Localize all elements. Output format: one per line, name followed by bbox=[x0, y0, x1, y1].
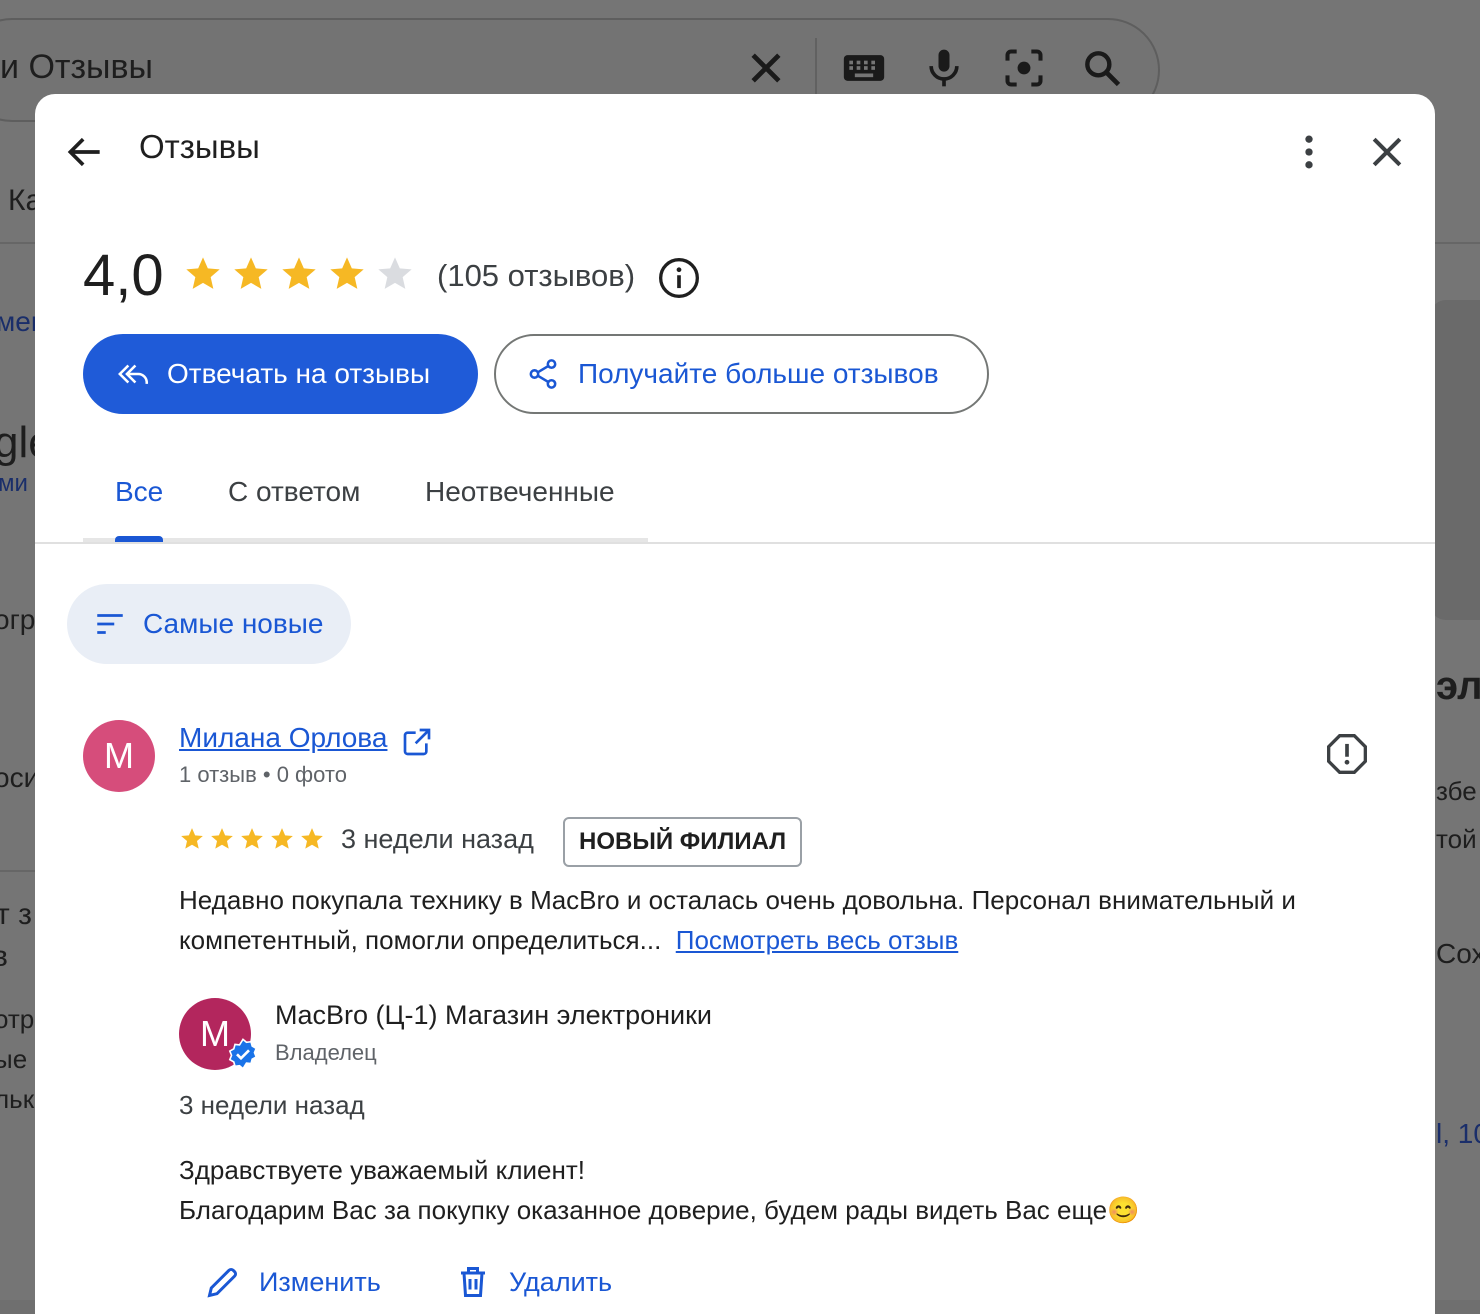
background-divider bbox=[1435, 242, 1480, 244]
more-vert-icon[interactable] bbox=[1287, 130, 1331, 174]
rating-score: 4,0 bbox=[83, 243, 164, 308]
background-divider bbox=[815, 38, 817, 102]
tab-unanswered[interactable]: Неотвеченные bbox=[425, 476, 615, 508]
owner-role: Владелец bbox=[275, 1040, 377, 1065]
sort-icon bbox=[93, 607, 127, 641]
background-search-query: и Отзывы bbox=[0, 48, 153, 86]
owner-name: MacBro (Ц-1) Магазин электроники bbox=[275, 1000, 712, 1030]
background-text: ми bbox=[0, 470, 28, 497]
reply-all-icon bbox=[117, 357, 151, 391]
background-text: Сох bbox=[1436, 938, 1480, 969]
dialog-title: Отзывы bbox=[139, 128, 260, 165]
report-icon[interactable] bbox=[1325, 732, 1369, 776]
reply-line: Здравствуете уважаемый клиент! bbox=[179, 1155, 585, 1185]
verified-badge-icon bbox=[227, 1038, 259, 1070]
star-filled-icon bbox=[209, 826, 235, 852]
get-more-reviews-label: Получайте больше отзывов bbox=[578, 358, 939, 389]
background-text: эл bbox=[1436, 664, 1480, 708]
star-filled-icon bbox=[327, 254, 367, 294]
pencil-icon bbox=[205, 1264, 241, 1300]
reviewer-name-link[interactable]: Милана Орлова bbox=[179, 722, 387, 754]
review-tabs: Все С ответом Неотвеченные bbox=[83, 454, 648, 542]
trash-icon bbox=[455, 1264, 491, 1300]
background-text: льк bbox=[0, 1084, 35, 1114]
clear-icon bbox=[744, 46, 788, 90]
background-text: огр bbox=[0, 604, 36, 635]
delete-reply-button[interactable]: Удалить bbox=[455, 1264, 612, 1300]
back-arrow-icon[interactable] bbox=[63, 130, 107, 174]
microphone-icon bbox=[922, 46, 966, 90]
divider bbox=[35, 542, 1435, 544]
background-divider bbox=[0, 242, 40, 244]
share-icon bbox=[526, 357, 560, 391]
star-filled-icon bbox=[231, 254, 271, 294]
branch-badge: НОВЫЙ ФИЛИАЛ bbox=[563, 817, 803, 867]
review-text: Недавно покупала технику в MacBro и оста… bbox=[179, 880, 1389, 960]
delete-label: Удалить bbox=[509, 1266, 613, 1297]
sort-button[interactable]: Самые новые bbox=[67, 584, 351, 664]
review-stars bbox=[179, 826, 325, 852]
background-text: т з bbox=[0, 898, 32, 931]
edit-label: Изменить bbox=[259, 1266, 381, 1297]
star-filled-icon bbox=[239, 826, 265, 852]
review-count: (105 отзывов) bbox=[437, 258, 636, 293]
edit-reply-button[interactable]: Изменить bbox=[205, 1264, 381, 1300]
background-text: той bbox=[1436, 824, 1477, 854]
star-filled-icon bbox=[299, 826, 325, 852]
review-time: 3 недели назад bbox=[341, 824, 534, 854]
reply-to-reviews-button[interactable]: Отвечать на отзывы bbox=[83, 334, 478, 414]
get-more-reviews-button[interactable]: Получайте больше отзывов bbox=[494, 334, 989, 414]
tab-answered[interactable]: С ответом bbox=[228, 476, 360, 508]
reviews-dialog: Отзывы 4,0 (105 отзывов) Отвечать на отз… bbox=[35, 94, 1435, 1314]
reviewer-avatar[interactable]: М bbox=[83, 720, 155, 792]
background-text: оси bbox=[0, 762, 40, 793]
search-icon bbox=[1080, 46, 1124, 90]
reply-to-reviews-label: Отвечать на отзывы bbox=[167, 358, 431, 389]
keyboard-icon bbox=[842, 46, 886, 90]
reply-text: Здравствуете уважаемый клиент! Благодари… bbox=[179, 1150, 1379, 1230]
camera-search-icon bbox=[1002, 46, 1046, 90]
tab-all[interactable]: Все bbox=[115, 476, 163, 508]
background-divider bbox=[0, 870, 40, 872]
star-filled-icon bbox=[183, 254, 223, 294]
background-text: в bbox=[0, 940, 8, 974]
background-text: l, 10 bbox=[1436, 1118, 1480, 1149]
show-full-review-link[interactable]: Посмотреть весь отзыв bbox=[676, 925, 959, 955]
background-map bbox=[1430, 300, 1480, 620]
star-filled-icon bbox=[279, 254, 319, 294]
open-external-icon[interactable] bbox=[401, 726, 433, 758]
sort-label: Самые новые bbox=[143, 608, 324, 639]
background-text: збе bbox=[1436, 776, 1477, 806]
star-filled-icon bbox=[269, 826, 295, 852]
close-icon[interactable] bbox=[1365, 130, 1409, 174]
star-filled-icon bbox=[179, 826, 205, 852]
reviewer-meta: 1 отзыв • 0 фото bbox=[179, 762, 347, 787]
info-icon[interactable] bbox=[657, 256, 701, 300]
background-text: отр bbox=[0, 1004, 35, 1034]
rating-stars bbox=[183, 254, 415, 294]
reply-line: Благодарим Вас за покупку оказанное дове… bbox=[179, 1195, 1140, 1225]
reply-time: 3 недели назад bbox=[179, 1090, 365, 1120]
star-empty-icon bbox=[375, 254, 415, 294]
